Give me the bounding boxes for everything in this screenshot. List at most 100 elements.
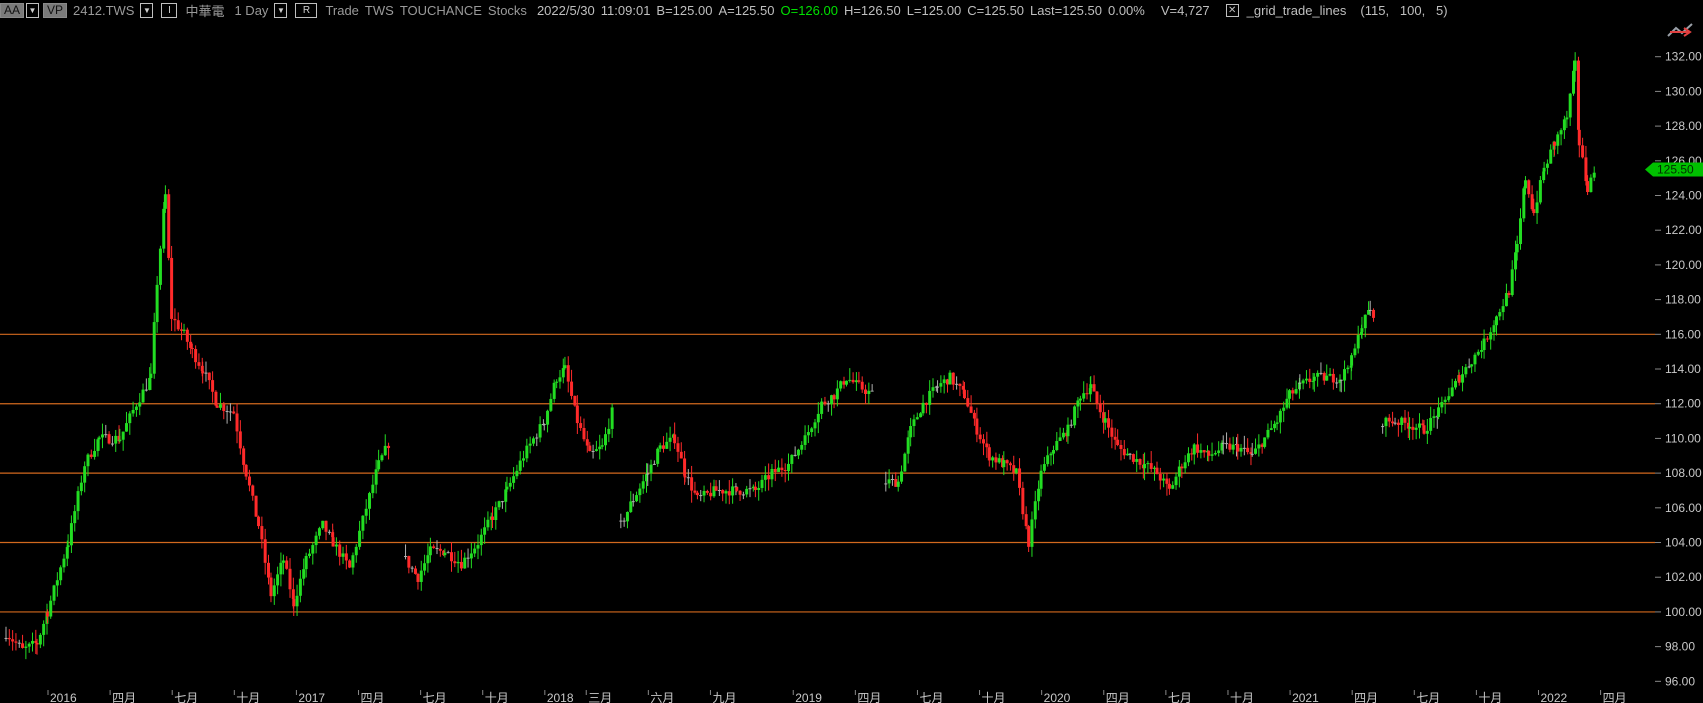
candle-body (214, 391, 218, 406)
price-tick-label: 114.00 (1665, 362, 1701, 376)
date-tick-label: 四月 (112, 691, 136, 703)
candle-body (380, 455, 384, 461)
date-tick-label: 2019 (795, 691, 822, 703)
candle-body (864, 389, 868, 394)
candle-body (987, 447, 991, 461)
candle-body (1450, 387, 1454, 397)
date-tick-label: 七月 (423, 691, 447, 703)
candle-body (173, 318, 177, 321)
candle-body (783, 470, 787, 472)
candle-body (1573, 60, 1577, 71)
candle-body (505, 486, 509, 490)
candle-body (1470, 364, 1474, 367)
candle-body (683, 475, 687, 478)
candle-body (354, 546, 358, 556)
candle-body (939, 383, 943, 387)
candle-body (978, 434, 982, 440)
price-chart[interactable]: 96.00 98.00 100.00 102.00 104.00 106.00 108.00… (0, 0, 1703, 703)
candle-body (813, 422, 817, 429)
candle-body (1464, 367, 1468, 375)
candle-body (38, 634, 42, 645)
candle-body (1098, 403, 1102, 413)
candle-body (800, 444, 804, 450)
candle-body (110, 443, 114, 445)
candle-body (1008, 463, 1012, 466)
candle-body (1492, 325, 1496, 333)
candle-body (921, 402, 925, 414)
candle-body (690, 477, 694, 491)
candle-body (479, 534, 483, 546)
candle-body (1257, 444, 1261, 449)
candle-body (419, 570, 423, 582)
candle-body (870, 390, 874, 392)
candle-body (1116, 439, 1120, 445)
candle-body (658, 445, 662, 449)
candle-body (1523, 180, 1527, 189)
price-tick-label: 108.00 (1665, 466, 1702, 480)
candle-body (377, 460, 381, 470)
candle-body (1239, 447, 1243, 452)
date-tick-label: 九月 (712, 691, 736, 703)
candle-body (416, 573, 420, 582)
candle-body (1058, 437, 1062, 442)
candle-body (1328, 373, 1332, 376)
candle-body (288, 568, 292, 590)
candle-body (1568, 93, 1572, 118)
candle-body (652, 463, 656, 465)
candle-body (1113, 436, 1117, 440)
candle-body (1346, 367, 1350, 370)
candle-body (1217, 450, 1221, 454)
candle-body (1165, 478, 1169, 484)
candle-body (114, 435, 118, 444)
candle-body (1552, 141, 1556, 146)
date-tick-label: 六月 (650, 691, 674, 703)
price-tick-label: 116.00 (1665, 327, 1701, 341)
date-tick-label: 四月 (1354, 691, 1378, 703)
candle-body (1335, 382, 1339, 384)
candle-body (1231, 444, 1235, 450)
candle-body (1202, 450, 1206, 453)
candle-body (1519, 218, 1523, 245)
candle-body (1443, 399, 1447, 402)
candle-body (1042, 464, 1046, 471)
candle-body (141, 389, 145, 403)
candle-body (1461, 374, 1465, 383)
candle-body (890, 478, 894, 480)
candle-body (763, 475, 767, 480)
candle-body (528, 443, 532, 446)
candle-body (1363, 314, 1367, 329)
date-tick-label: 四月 (361, 691, 385, 703)
candle-body (555, 381, 559, 383)
candle-body (1024, 514, 1028, 527)
candle-body (1592, 172, 1596, 178)
candle-body (695, 492, 699, 496)
candle-body (311, 545, 315, 554)
candle-body (1092, 384, 1096, 392)
candle-body (269, 577, 273, 597)
candle-body (668, 437, 672, 442)
candle-body (1294, 389, 1298, 394)
candle-body (170, 257, 174, 319)
candle-body (1304, 378, 1308, 381)
candle-body (1282, 407, 1286, 411)
candle-body (839, 381, 843, 389)
candle-body (1228, 443, 1232, 450)
price-tick-label: 112.00 (1665, 397, 1701, 411)
price-tick-label: 106.00 (1665, 501, 1702, 515)
candle-body (820, 401, 824, 404)
candle-body (1171, 485, 1175, 489)
candle-body (1158, 474, 1162, 481)
candle-body (561, 368, 565, 378)
candle-body (232, 411, 236, 414)
candle-body (1542, 167, 1546, 172)
candle-body (276, 574, 280, 586)
candle-body (413, 568, 417, 574)
candle-body (1002, 460, 1006, 468)
candle-body (1396, 422, 1400, 425)
candle-body (76, 491, 80, 512)
candle-body (307, 553, 311, 556)
candle-body (334, 544, 338, 547)
candle-body (1504, 293, 1508, 307)
candle-body (1039, 470, 1043, 489)
candle-body (1225, 443, 1229, 445)
